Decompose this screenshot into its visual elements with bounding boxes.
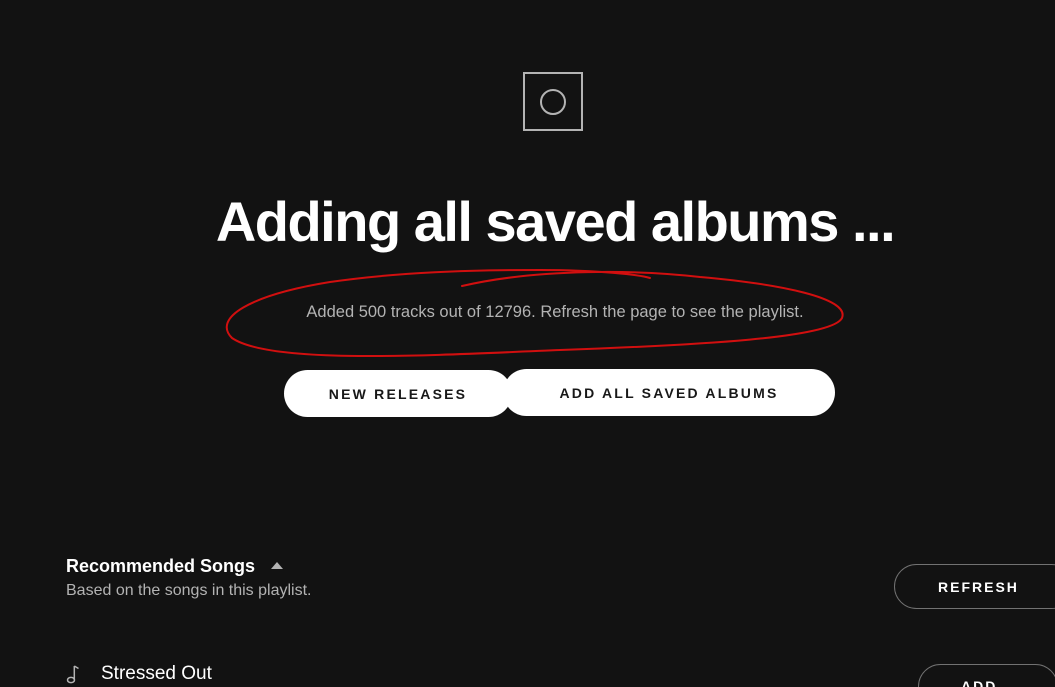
recommended-songs-subtitle: Based on the songs in this playlist. bbox=[66, 582, 312, 599]
add-all-saved-albums-button[interactable]: Add all saved albums bbox=[503, 369, 835, 416]
playlist-cover-circle-icon bbox=[540, 88, 566, 115]
new-releases-button[interactable]: New Releases bbox=[284, 370, 512, 417]
status-message: Added 500 tracks out of 12796. Refresh t… bbox=[306, 303, 804, 321]
list-item: Stressed Out bbox=[66, 660, 212, 687]
add-track-button[interactable]: Add bbox=[918, 664, 1055, 687]
playlist-page: Adding all saved albums ... Added 500 tr… bbox=[0, 0, 1055, 687]
recommended-songs-heading: Recommended Songs bbox=[66, 554, 284, 578]
page-title: Adding all saved albums ... bbox=[215, 190, 896, 253]
music-note-icon bbox=[66, 665, 79, 684]
track-name: Stressed Out bbox=[101, 663, 212, 684]
refresh-button[interactable]: Refresh bbox=[894, 564, 1055, 609]
recommended-songs-title: Recommended Songs bbox=[66, 556, 256, 576]
collapse-caret-icon[interactable] bbox=[271, 561, 284, 569]
playlist-cover[interactable] bbox=[523, 72, 583, 131]
